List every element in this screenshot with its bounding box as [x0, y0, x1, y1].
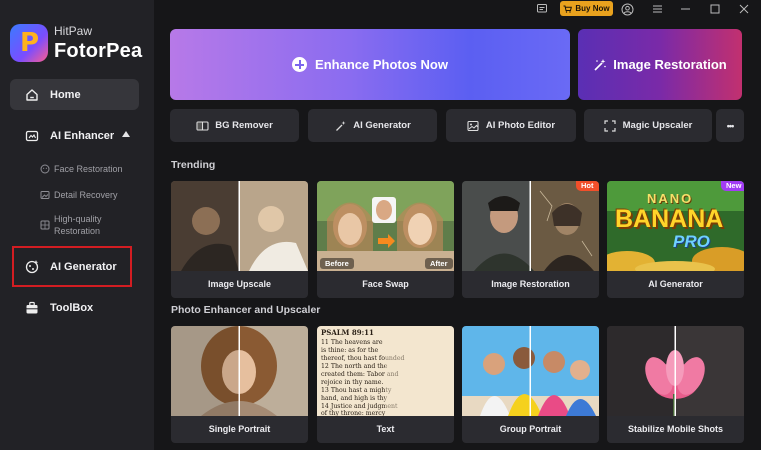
- maximize-icon[interactable]: [708, 2, 722, 16]
- pro-text: PRO: [673, 232, 710, 251]
- text-line: 13 Thou hast a mighty: [321, 387, 392, 394]
- sidebar-subitem-label: High-quality Restoration: [54, 213, 102, 237]
- sidebar-item-label: ToolBox: [50, 301, 94, 314]
- text-blur-half: [385, 326, 454, 416]
- text-line: 11 The heavens are: [321, 339, 383, 346]
- sidebar-item-ai-enhancer[interactable]: AI Enhancer: [10, 120, 114, 151]
- sidebar-subitem-face-restoration[interactable]: Face Restoration: [40, 163, 123, 175]
- card-thumbnail: [462, 181, 599, 271]
- image-restoration-label: Image Restoration: [613, 57, 727, 72]
- brand-name: FotorPea: [54, 40, 143, 62]
- card-label: Face Swap: [362, 279, 409, 289]
- sidebar-subitem-hq-restoration[interactable]: High-quality Restoration: [40, 213, 102, 237]
- app-logo: P: [10, 24, 48, 62]
- section-title-trending: Trending: [171, 159, 216, 171]
- enhance-photos-label: Enhance Photos Now: [315, 57, 448, 72]
- enhancer-icon: [24, 128, 40, 144]
- ai-generator-tool-button[interactable]: AI Generator: [308, 109, 437, 142]
- ai-photo-editor-button[interactable]: AI Photo Editor: [446, 109, 576, 142]
- sidebar-item-label: Home: [50, 88, 81, 101]
- card-face-swap[interactable]: Before After Face Swap: [317, 181, 454, 298]
- sidebar-subitem-label: Face Restoration: [54, 164, 123, 174]
- ai-generator-icon: [334, 119, 347, 132]
- tool-label: AI Generator: [353, 120, 411, 131]
- card-stabilize-mobile[interactable]: Stabilize Mobile Shots: [607, 326, 744, 443]
- restore-icon: [40, 220, 50, 230]
- more-tools-button[interactable]: •••: [716, 109, 744, 142]
- menu-icon[interactable]: [650, 2, 664, 16]
- card-thumbnail: [462, 326, 599, 416]
- more-icon: •••: [726, 120, 735, 131]
- card-thumbnail: [171, 326, 308, 416]
- close-icon[interactable]: [737, 2, 751, 16]
- sidebar: P HitPaw FotorPea Home AI Enhancer Face …: [0, 0, 154, 450]
- bg-remover-button[interactable]: BG Remover: [170, 109, 299, 142]
- card-thumbnail: [171, 181, 308, 271]
- section-title-enhancer: Photo Enhancer and Upscaler: [171, 304, 321, 316]
- image-restoration-button[interactable]: Image Restoration: [578, 29, 742, 100]
- highlight-annotation-box: [12, 246, 132, 287]
- photo-editor-icon: [467, 119, 480, 132]
- bg-remover-icon: [196, 119, 209, 132]
- card-group-portrait[interactable]: Group Portrait: [462, 326, 599, 443]
- toolbox-icon: [24, 300, 40, 316]
- tool-label: BG Remover: [215, 120, 273, 131]
- minimize-icon[interactable]: [678, 2, 692, 16]
- sidebar-item-toolbox[interactable]: ToolBox: [10, 292, 93, 323]
- card-text[interactable]: PSALM 89:11 11 The heavens are is thine:…: [317, 326, 454, 443]
- nano-text: NANO: [647, 191, 694, 206]
- card-label: Stabilize Mobile Shots: [627, 424, 723, 434]
- text-line: is thine: as for the: [321, 347, 379, 354]
- enhance-photos-button[interactable]: Enhance Photos Now: [170, 29, 570, 100]
- sidebar-subitem-detail-recovery[interactable]: Detail Recovery: [40, 189, 118, 201]
- upscale-icon: [604, 119, 617, 132]
- new-badge: New: [721, 181, 744, 191]
- banana-text: BANANA: [615, 205, 724, 233]
- brand-company: HitPaw: [54, 24, 93, 38]
- before-label: Before: [320, 258, 354, 269]
- image-icon: [40, 191, 50, 199]
- card-label: Group Portrait: [499, 424, 562, 434]
- card-ai-generator[interactable]: NANO BANANA PRO New AI Generator: [607, 181, 744, 298]
- card-image-restoration[interactable]: Hot Image Restoration: [462, 181, 599, 298]
- text-header: PSALM 89:11: [321, 328, 374, 337]
- buy-now-label: Buy Now: [575, 4, 610, 13]
- face-icon: [40, 164, 50, 174]
- card-label: AI Generator: [648, 279, 703, 289]
- magic-wand-icon: [594, 58, 607, 71]
- home-icon: [24, 87, 40, 103]
- sub-label-line1: High-quality: [54, 214, 102, 224]
- tool-label: Magic Upscaler: [622, 120, 693, 131]
- chevron-up-icon[interactable]: [122, 131, 130, 137]
- text-line: hand, and high is thy: [321, 395, 388, 402]
- after-label: After: [425, 258, 453, 269]
- feedback-icon[interactable]: [535, 2, 549, 16]
- logo-p-glyph: P: [20, 28, 40, 58]
- account-icon[interactable]: [620, 2, 634, 16]
- card-single-portrait[interactable]: Single Portrait: [171, 326, 308, 443]
- tool-label: AI Photo Editor: [485, 120, 556, 131]
- sidebar-item-home[interactable]: Home: [10, 79, 81, 110]
- magic-upscaler-button[interactable]: Magic Upscaler: [584, 109, 712, 142]
- sidebar-item-label: AI Enhancer: [50, 129, 115, 142]
- cart-icon: [563, 5, 573, 13]
- card-label: Single Portrait: [208, 424, 271, 434]
- plus-circle-icon: [292, 57, 308, 72]
- text-line: rejoice in thy name.: [321, 379, 384, 386]
- card-thumbnail: [607, 326, 744, 416]
- card-image-upscale[interactable]: Image Upscale: [171, 181, 308, 298]
- sidebar-subitem-label: Detail Recovery: [54, 190, 118, 200]
- card-thumbnail: PSALM 89:11 11 The heavens are is thine:…: [317, 326, 454, 417]
- card-label: Image Restoration: [491, 279, 570, 289]
- sub-label-line2: Restoration: [54, 226, 101, 236]
- text-line: of thy throne: mercy: [321, 410, 386, 417]
- buy-now-button[interactable]: Buy Now: [560, 1, 613, 16]
- card-label: Text: [376, 424, 395, 434]
- card-label: Image Upscale: [207, 279, 272, 289]
- text-line: 12 The north and the: [321, 363, 388, 370]
- hot-badge: Hot: [576, 181, 599, 191]
